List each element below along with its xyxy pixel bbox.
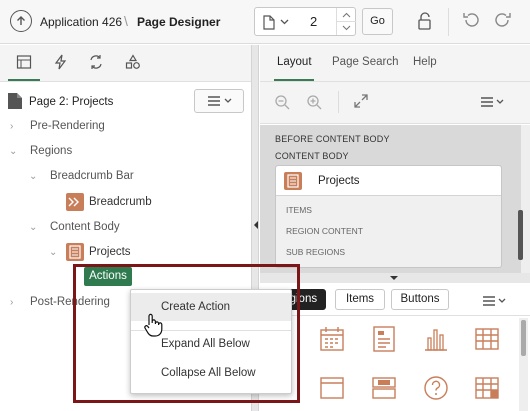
tree-node-breadcrumb-bar[interactable]: Breadcrumb Bar bbox=[50, 170, 134, 182]
expand-icon[interactable] bbox=[354, 94, 368, 108]
gallery-scrollbar-thumb[interactable] bbox=[521, 320, 526, 356]
collapse-toggle-icon[interactable]: ⌄ bbox=[49, 247, 57, 258]
toolbar-divider bbox=[338, 91, 339, 113]
region-icon bbox=[66, 243, 84, 261]
gallery-tab-buttons[interactable]: Buttons bbox=[391, 289, 449, 310]
application-home-button[interactable] bbox=[10, 10, 32, 32]
table-icon[interactable] bbox=[474, 326, 500, 352]
page-icon bbox=[8, 93, 22, 109]
collapse-toggle-icon[interactable]: ⌄ bbox=[9, 146, 17, 157]
tree-header: Page 2: Projects bbox=[0, 83, 251, 119]
page-title: Page 2: Projects bbox=[29, 96, 114, 108]
position-content-body: CONTENT BODY bbox=[275, 151, 349, 161]
zoom-in-icon[interactable] bbox=[306, 94, 322, 110]
region-card-header: Projects bbox=[276, 166, 501, 196]
static-content-icon[interactable] bbox=[319, 375, 345, 401]
chevron-down-icon bbox=[280, 19, 289, 25]
help-text-icon[interactable] bbox=[423, 375, 449, 401]
undo-icon[interactable] bbox=[462, 11, 480, 29]
position-items: ITEMS bbox=[286, 205, 312, 215]
tree-node-projects[interactable]: Projects bbox=[89, 246, 131, 258]
tree-node-pre-rendering[interactable]: Pre-Rendering bbox=[30, 120, 105, 132]
layout-canvas[interactable]: BEFORE CONTENT BODY CONTENT BODY Project… bbox=[260, 125, 523, 273]
collapsible-icon[interactable] bbox=[371, 375, 397, 401]
chart-icon[interactable] bbox=[423, 326, 449, 352]
gallery-tabs: Regions Items Buttons bbox=[260, 284, 530, 316]
center-pane-tabs: Layout Page Search Help bbox=[260, 45, 530, 82]
expand-toggle-icon[interactable]: › bbox=[10, 297, 13, 308]
rendering-tree-icon[interactable] bbox=[16, 54, 32, 70]
position-region-content: REGION CONTENT bbox=[286, 226, 363, 236]
shared-components-icon[interactable] bbox=[125, 54, 141, 70]
collapse-down-icon[interactable] bbox=[389, 275, 399, 281]
tab-layout[interactable]: Layout bbox=[277, 56, 312, 68]
collapse-toggle-icon[interactable]: ⌄ bbox=[29, 171, 37, 182]
page-designer-title: Page Designer bbox=[137, 15, 221, 29]
tree-node-content-body[interactable]: Content Body bbox=[50, 221, 120, 233]
form-region-icon[interactable] bbox=[371, 325, 397, 353]
region-card-projects[interactable]: Projects ITEMS REGION CONTENT SUB REGION… bbox=[275, 165, 502, 268]
layout-toolbar bbox=[260, 82, 530, 124]
go-button[interactable]: Go bbox=[362, 8, 393, 35]
tree-menu-button[interactable] bbox=[194, 89, 244, 113]
canvas-scrollbar-thumb[interactable] bbox=[518, 210, 523, 260]
gallery-tab-items[interactable]: Items bbox=[335, 289, 385, 310]
top-toolbar: Application 426 \ Page Designer 2 Go bbox=[0, 0, 530, 44]
position-before-content-body: BEFORE CONTENT BODY bbox=[275, 134, 390, 144]
position-sub-regions: SUB REGIONS bbox=[286, 247, 346, 257]
collapse-toggle-icon[interactable]: ⌄ bbox=[29, 222, 37, 233]
page-number-stepper[interactable] bbox=[336, 8, 356, 35]
expand-toggle-icon[interactable]: › bbox=[10, 121, 13, 132]
breadcrumb-separator: \ bbox=[124, 13, 128, 29]
active-tab-indicator bbox=[274, 79, 314, 81]
calendar-icon[interactable] bbox=[319, 326, 345, 352]
stepper-icon bbox=[337, 12, 356, 31]
document-icon bbox=[263, 15, 275, 30]
arrow-up-icon bbox=[17, 16, 25, 25]
toolbar-divider bbox=[448, 8, 449, 36]
zoom-out-icon[interactable] bbox=[274, 94, 290, 110]
region-card-title: Projects bbox=[318, 175, 360, 187]
tree-node-breadcrumb[interactable]: Breadcrumb bbox=[89, 196, 152, 208]
lock-icon[interactable] bbox=[416, 11, 434, 31]
hamburger-icon bbox=[208, 96, 232, 106]
region-icon bbox=[284, 172, 302, 190]
breadcrumb-icon bbox=[66, 193, 84, 211]
callout-highlight bbox=[73, 264, 300, 403]
active-tab-indicator bbox=[8, 79, 40, 81]
page-number-input[interactable]: 2 bbox=[310, 14, 317, 29]
redo-icon[interactable] bbox=[494, 11, 512, 29]
interactive-grid-icon[interactable] bbox=[474, 375, 500, 401]
lightning-icon[interactable] bbox=[54, 54, 68, 70]
hamburger-icon[interactable] bbox=[480, 95, 506, 109]
application-link[interactable]: Application 426 bbox=[40, 15, 122, 29]
tab-help[interactable]: Help bbox=[413, 56, 437, 68]
collapse-left-icon[interactable] bbox=[253, 220, 259, 230]
processing-icon[interactable] bbox=[88, 54, 104, 70]
gallery-splitter[interactable] bbox=[260, 273, 530, 283]
tree-node-regions[interactable]: Regions bbox=[30, 145, 72, 157]
tab-page-search[interactable]: Page Search bbox=[332, 56, 399, 68]
left-pane-tabs bbox=[0, 45, 251, 82]
hamburger-icon[interactable] bbox=[482, 294, 508, 308]
